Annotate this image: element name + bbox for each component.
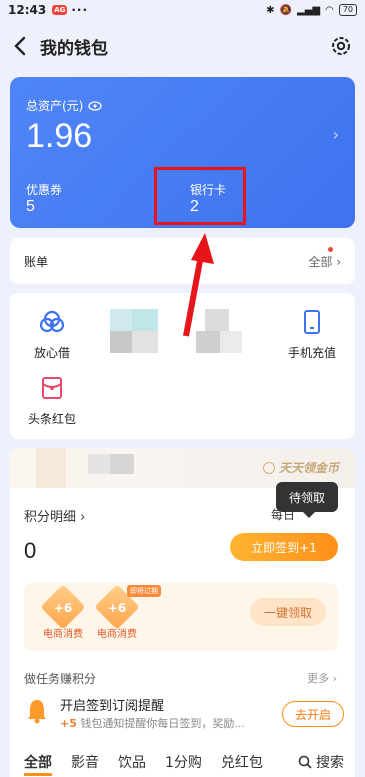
- points-value: 0: [24, 538, 37, 563]
- category-tabs: 全部 影音 饮品 1分购 兑红包 搜索: [24, 752, 344, 776]
- blurred-content: [110, 454, 134, 474]
- wifi-icon: ◠: [325, 4, 334, 16]
- redpacket-icon: [42, 377, 62, 399]
- header: 我的钱包: [0, 28, 365, 64]
- signal-icon: ▂▄▆: [297, 4, 321, 16]
- highlight-box: [154, 167, 246, 225]
- services-panel: 放心借 手机充值 头条红包: [10, 293, 355, 439]
- bill-all-label: 全部: [308, 254, 333, 269]
- coupon-count[interactable]: 5: [26, 198, 35, 216]
- service-label: 头条红包: [27, 412, 76, 426]
- blurred-content: [132, 331, 158, 353]
- total-assets-amount: 1.96: [26, 117, 93, 155]
- task-desc-row: +5 钱包通知提醒你每日签到，奖励...: [60, 715, 275, 731]
- page-title: 我的钱包: [40, 38, 108, 59]
- tab-all[interactable]: 全部: [24, 752, 52, 776]
- back-button[interactable]: [0, 28, 40, 64]
- tab-red-packet[interactable]: 兑红包: [221, 752, 263, 776]
- bill-label: 账单: [24, 254, 49, 269]
- points-detail-link[interactable]: 积分明细 ›: [24, 506, 85, 525]
- bill-row[interactable]: 账单 全部 ›: [10, 238, 355, 284]
- daily-coins-label: 天天领金币: [278, 461, 339, 475]
- points-title: 积分明细: [24, 510, 77, 525]
- blurred-content: [36, 448, 66, 488]
- task-section-title: 做任务赚积分: [24, 672, 97, 686]
- blurred-content: [110, 331, 132, 353]
- status-bar: 12:43 AG ··· ✱ 🔕 ▂▄▆ ◠ 70: [0, 0, 365, 20]
- phone-icon: [304, 310, 320, 334]
- task-desc: 钱包通知提醒你每日签到，奖励...: [80, 717, 245, 730]
- search-label: 搜索: [316, 755, 344, 771]
- signin-button[interactable]: 立即签到+1: [230, 533, 338, 561]
- service-label: 手机充值: [287, 346, 336, 360]
- status-dots: ···: [71, 3, 89, 17]
- status-time: 12:43: [8, 3, 47, 17]
- reward-coin[interactable]: +6 电商消费: [38, 584, 88, 640]
- service-label: 放心借: [33, 346, 70, 360]
- blurred-content: [196, 331, 220, 353]
- chevron-right-icon[interactable]: ›: [333, 125, 339, 144]
- expiring-tag: 即将过期: [127, 585, 161, 597]
- enable-reminder-button[interactable]: 去开启: [282, 701, 344, 727]
- battery-icon: 70: [338, 4, 357, 16]
- points-section: 积分明细 › 0 每日 待领取 立即签到+1 +6 电商消费 +6 电商消费 即…: [10, 482, 355, 777]
- reward-value: +6: [107, 601, 127, 615]
- search-button[interactable]: 搜索: [298, 752, 344, 772]
- notification-dot: [328, 246, 333, 252]
- settings-button[interactable]: [329, 34, 353, 58]
- task-name: 开启签到订阅提醒: [60, 699, 165, 714]
- tab-video[interactable]: 影音: [71, 752, 99, 776]
- blurred-content: [205, 309, 229, 331]
- coupon-label[interactable]: 优惠券: [26, 181, 62, 198]
- service-phone-recharge[interactable]: 手机充值: [272, 309, 352, 361]
- blurred-content: [220, 331, 242, 353]
- more-label: 更多: [307, 672, 330, 685]
- status-icons: ✱ 🔕 ▂▄▆ ◠ 70: [266, 4, 357, 16]
- blurred-content: [88, 454, 110, 474]
- loan-icon: [39, 310, 65, 333]
- reward-value: +6: [53, 601, 73, 615]
- coin-icon: [262, 461, 275, 474]
- bill-all-link[interactable]: 全部 ›: [308, 246, 341, 270]
- total-assets-label: 总资产(元): [26, 99, 84, 113]
- eye-icon[interactable]: [88, 100, 103, 111]
- task-item: 开启签到订阅提醒 +5 钱包通知提醒你每日签到，奖励... 去开启: [24, 693, 344, 737]
- blurred-content: [132, 309, 158, 331]
- mute-icon: 🔕: [279, 4, 292, 16]
- bell-icon: [28, 700, 46, 724]
- back-arrow-icon: [14, 36, 26, 56]
- asset-label-row: 总资产(元): [26, 97, 103, 114]
- task-points: +5: [60, 717, 77, 730]
- reward-box: +6 电商消费 +6 电商消费 即将过期 一键领取: [24, 583, 338, 651]
- bluetooth-icon: ✱: [266, 4, 275, 16]
- daily-coins-link[interactable]: 天天领金币: [262, 459, 339, 476]
- app-badge: AG: [52, 5, 68, 15]
- service-loan[interactable]: 放心借: [12, 309, 92, 361]
- more-tasks-link[interactable]: 更多 ›: [307, 670, 337, 686]
- pending-tooltip: 待领取: [276, 482, 338, 518]
- blurred-content: [110, 309, 132, 331]
- gear-icon: [332, 37, 350, 55]
- claim-all-button[interactable]: 一键领取: [250, 598, 326, 626]
- service-red-packet[interactable]: 头条红包: [12, 375, 92, 427]
- tab-drinks[interactable]: 饮品: [118, 752, 146, 776]
- tab-one-cent[interactable]: 1分购: [165, 752, 202, 776]
- search-icon: [298, 755, 312, 769]
- reward-coin[interactable]: +6 电商消费: [92, 584, 142, 640]
